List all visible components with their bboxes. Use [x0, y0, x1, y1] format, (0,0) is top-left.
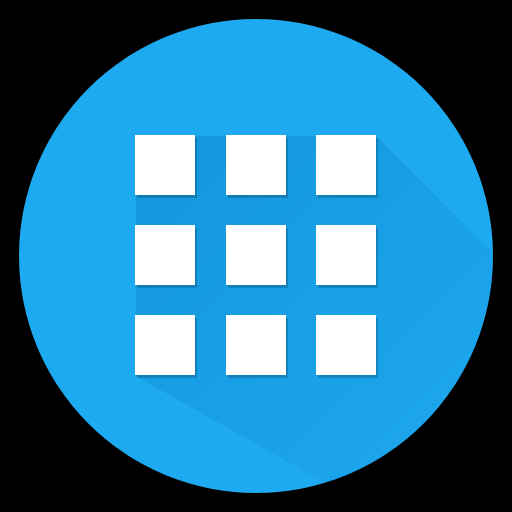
app-icon	[0, 0, 512, 512]
grid-square	[135, 135, 195, 195]
grid-square	[226, 135, 286, 195]
grid-square	[226, 225, 286, 285]
grid-square	[316, 225, 376, 285]
app-drawer-grid-icon	[19, 19, 493, 493]
grid-square	[316, 135, 376, 195]
grid-square	[316, 315, 376, 375]
grid-square	[135, 315, 195, 375]
grid-square	[135, 225, 195, 285]
grid-squares	[135, 135, 378, 378]
grid-square	[226, 315, 286, 375]
